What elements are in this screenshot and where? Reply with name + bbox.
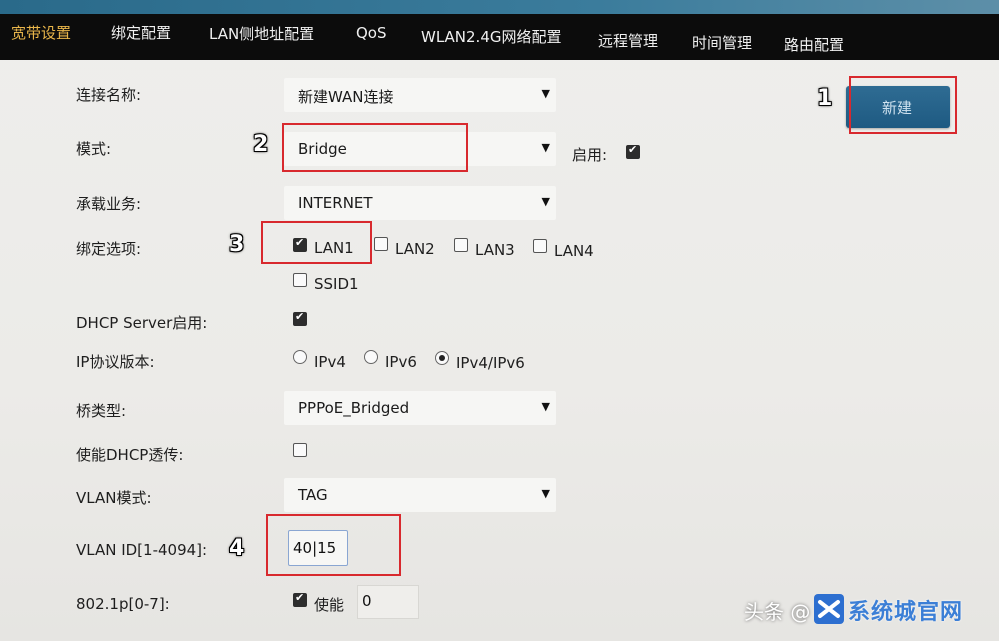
- connection-name-value: 新建WAN连接: [298, 88, 394, 106]
- watermark-logo-icon: [814, 594, 844, 624]
- lan2-checkbox[interactable]: [374, 237, 388, 251]
- nav-tab-binding[interactable]: 绑定配置: [111, 22, 171, 43]
- bridge-type-label: 桥类型:: [76, 402, 127, 420]
- chevron-down-icon: ▼: [541, 87, 550, 100]
- ip-version-label: IP协议版本:: [76, 353, 155, 371]
- ssid1-label: SSID1: [314, 275, 359, 293]
- nav-tab-route[interactable]: 路由配置: [784, 34, 844, 55]
- connection-name-select[interactable]: 新建WAN连接 ▼: [284, 78, 556, 112]
- top-banner-strip: [0, 0, 999, 14]
- ipv6-radio[interactable]: [364, 350, 378, 364]
- ipv4-radio[interactable]: [293, 350, 307, 364]
- chevron-down-icon: ▼: [541, 141, 550, 154]
- ssid1-checkbox[interactable]: [293, 273, 307, 287]
- priority-enable-checkbox[interactable]: [293, 591, 307, 607]
- bridge-type-select[interactable]: PPPoE_Bridged ▼: [284, 391, 556, 425]
- dhcp-server-checkbox[interactable]: [293, 310, 307, 326]
- nav-tab-broadband[interactable]: 宽带设置: [11, 22, 71, 43]
- priority-label: 802.1p[0-7]:: [76, 595, 170, 613]
- service-label: 承载业务:: [76, 195, 142, 213]
- priority-enable-label: 使能: [314, 596, 345, 614]
- lan3-checkbox[interactable]: [454, 238, 468, 252]
- priority-value: 0: [362, 592, 372, 610]
- service-value: INTERNET: [298, 194, 373, 212]
- highlight-box-vlan-id: [266, 514, 401, 576]
- connection-name-label: 连接名称:: [76, 86, 142, 104]
- dhcp-passthrough-label: 使能DHCP透传:: [76, 446, 184, 464]
- nav-tab-remote[interactable]: 远程管理: [598, 30, 658, 51]
- enable-label: 启用:: [572, 146, 608, 164]
- nav-tab-lan-address[interactable]: LAN侧地址配置: [209, 23, 314, 44]
- enable-checkbox[interactable]: [626, 143, 640, 159]
- step-number-2: 2: [253, 132, 269, 157]
- nav-tab-qos[interactable]: QoS: [356, 24, 387, 42]
- ipv6-label: IPv6: [385, 353, 417, 371]
- chevron-down-icon: ▼: [541, 195, 550, 208]
- chevron-down-icon: ▼: [541, 487, 550, 500]
- highlight-box-lan1: [261, 221, 372, 264]
- lan2-label: LAN2: [395, 240, 435, 258]
- service-select[interactable]: INTERNET ▼: [284, 186, 556, 220]
- mode-label: 模式:: [76, 140, 112, 158]
- watermark-name: 系统城官网: [848, 600, 964, 625]
- ipv4-label: IPv4: [314, 353, 346, 371]
- vlan-mode-select[interactable]: TAG ▼: [284, 478, 556, 512]
- step-number-3: 3: [229, 232, 245, 257]
- binding-label: 绑定选项:: [76, 240, 142, 258]
- step-number-4: 4: [229, 536, 245, 561]
- ipv4-ipv6-radio[interactable]: [435, 351, 449, 365]
- dhcp-passthrough-checkbox[interactable]: [293, 443, 307, 457]
- highlight-box-mode: [282, 123, 468, 172]
- bridge-type-value: PPPoE_Bridged: [298, 399, 410, 417]
- vlan-mode-value: TAG: [298, 486, 328, 504]
- nav-tab-wlan[interactable]: WLAN2.4G网络配置: [421, 26, 562, 47]
- vlan-id-label: VLAN ID[1-4094]:: [76, 541, 208, 559]
- main-nav: 宽带设置 绑定配置 LAN侧地址配置 QoS WLAN2.4G网络配置 远程管理…: [0, 14, 999, 60]
- highlight-box-new-button: [849, 76, 957, 134]
- vlan-mode-label: VLAN模式:: [76, 489, 152, 507]
- lan4-label: LAN4: [554, 242, 594, 260]
- step-number-1: 1: [817, 86, 833, 111]
- nav-tab-time[interactable]: 时间管理: [692, 32, 752, 53]
- chevron-down-icon: ▼: [541, 400, 550, 413]
- dhcp-server-label: DHCP Server启用:: [76, 314, 208, 332]
- watermark-prefix: 头条 @: [744, 600, 811, 624]
- ipv4-ipv6-label: IPv4/IPv6: [456, 354, 525, 372]
- priority-value-input[interactable]: 0: [357, 585, 419, 619]
- lan3-label: LAN3: [475, 241, 515, 259]
- lan4-checkbox[interactable]: [533, 239, 547, 253]
